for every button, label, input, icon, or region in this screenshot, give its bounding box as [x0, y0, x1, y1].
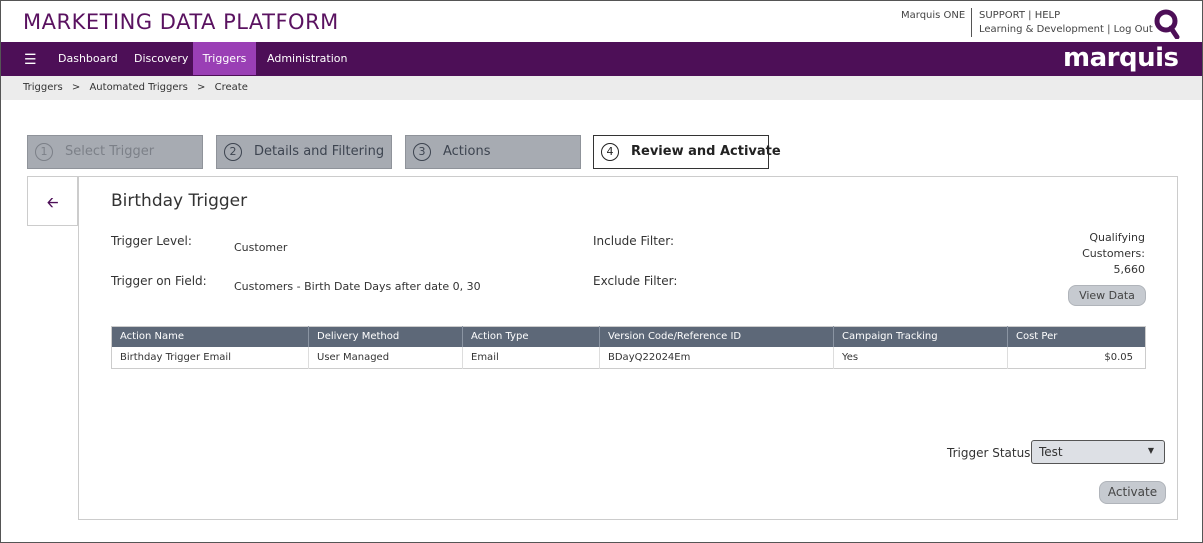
table-cell: BDayQ22024Em	[599, 346, 834, 369]
separator: |	[1107, 24, 1111, 35]
user-name[interactable]: Marquis ONE	[901, 10, 965, 21]
app-header: MARKETING DATA PLATFORM Marquis ONE SUPP…	[1, 1, 1202, 42]
trigger-status-value: Test	[1039, 445, 1063, 459]
include-filter-label: Include Filter:	[593, 234, 675, 248]
trigger-status-select[interactable]: Test ▼	[1031, 440, 1165, 464]
support-link[interactable]: SUPPORT	[979, 10, 1025, 21]
table-row: Birthday Trigger Email User Managed Emai…	[111, 346, 1146, 369]
trigger-field-label: Trigger on Field:	[111, 274, 207, 288]
trigger-name: Birthday Trigger	[111, 191, 248, 211]
exclude-filter-label: Exclude Filter:	[593, 274, 678, 288]
column-header: Campaign Tracking	[833, 326, 1008, 347]
qualifying-count: 5,660	[1113, 263, 1146, 276]
actions-table: Action Name Delivery Method Action Type …	[111, 326, 1146, 369]
nav-triggers[interactable]: Triggers	[193, 42, 256, 75]
q-logo-icon[interactable]	[1154, 9, 1180, 39]
table-cell: $0.05	[1104, 351, 1133, 363]
nav-administration[interactable]: Administration	[267, 42, 348, 75]
back-button[interactable]: 🡠	[27, 176, 78, 226]
help-link[interactable]: HELP	[1035, 10, 1060, 21]
breadcrumb-separator: >	[197, 82, 206, 93]
step-number: 3	[413, 143, 431, 161]
step-number: 2	[224, 143, 242, 161]
hamburger-icon[interactable]: ☰	[24, 51, 37, 68]
breadcrumb-triggers[interactable]: Triggers	[23, 82, 63, 93]
trigger-level-label: Trigger Level:	[111, 234, 192, 248]
divider	[971, 8, 972, 37]
main-nav: ☰ Dashboard Discovery Triggers Administr…	[1, 42, 1202, 76]
column-header: Version Code/Reference ID	[599, 326, 834, 347]
qualifying-label-line1: Qualifying	[1089, 231, 1145, 244]
trigger-level-value: Customer	[234, 241, 288, 254]
learning-development-link[interactable]: Learning & Development	[979, 24, 1104, 35]
separator: |	[1028, 10, 1032, 21]
table-cell: Birthday Trigger Email	[111, 346, 309, 369]
step-review-activate[interactable]: 4 Review and Activate	[593, 135, 781, 169]
step-label: Actions	[443, 144, 491, 159]
step-details-filtering[interactable]: 2 Details and Filtering	[216, 135, 392, 169]
table-header-row: Action Name Delivery Method Action Type …	[111, 326, 1146, 347]
review-panel: Birthday Trigger Trigger Level: Customer…	[78, 176, 1178, 520]
breadcrumb-create: Create	[214, 82, 248, 93]
column-header: Action Type	[462, 326, 600, 347]
column-header: Cost Per	[1007, 326, 1146, 347]
qualifying-customers: Qualifying Customers: 5,660	[1082, 230, 1145, 278]
breadcrumb: Triggers > Automated Triggers > Create	[23, 82, 254, 93]
step-label: Select Trigger	[65, 144, 155, 159]
step-label: Details and Filtering	[254, 144, 385, 159]
breadcrumb-automated-triggers[interactable]: Automated Triggers	[89, 82, 187, 93]
column-header: Delivery Method	[308, 326, 463, 347]
breadcrumb-bar: Triggers > Automated Triggers > Create	[1, 76, 1202, 100]
qualifying-label-line2: Customers:	[1082, 247, 1145, 260]
step-number: 1	[35, 143, 53, 161]
table-cell: User Managed	[308, 346, 463, 369]
nav-discovery[interactable]: Discovery	[134, 42, 188, 75]
marquis-logo: marquis	[1063, 43, 1179, 73]
step-label: Review and Activate	[631, 144, 781, 159]
trigger-status-label: Trigger Status:	[947, 446, 1035, 460]
step-actions[interactable]: 3 Actions	[405, 135, 581, 169]
caret-down-icon: ▼	[1147, 446, 1154, 455]
step-select-trigger[interactable]: 1 Select Trigger	[27, 135, 203, 169]
view-data-button[interactable]: View Data	[1068, 285, 1146, 306]
breadcrumb-separator: >	[71, 82, 81, 93]
step-number: 4	[601, 143, 619, 161]
logout-link[interactable]: Log Out	[1114, 24, 1153, 35]
column-header: Action Name	[111, 326, 309, 347]
nav-dashboard[interactable]: Dashboard	[58, 42, 118, 75]
table-cell: Email	[462, 346, 600, 369]
back-arrow-icon: 🡠	[47, 194, 59, 210]
support-help-links: SUPPORT | HELP	[979, 10, 1060, 21]
app-title: MARKETING DATA PLATFORM	[23, 10, 339, 34]
learning-logout-links: Learning & Development | Log Out	[979, 24, 1153, 35]
activate-button[interactable]: Activate	[1099, 481, 1166, 504]
table-cell: Yes	[833, 346, 1008, 369]
trigger-field-value: Customers - Birth Date Days after date 0…	[234, 280, 481, 293]
